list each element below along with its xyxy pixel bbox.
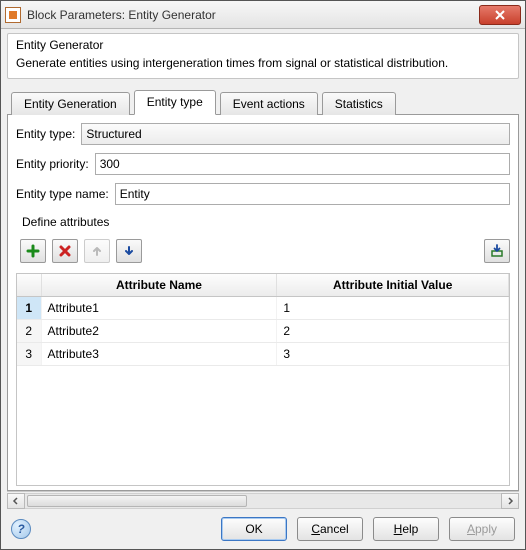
close-icon: [495, 10, 505, 20]
import-icon: [490, 244, 504, 258]
label-entity-type: Entity type:: [16, 127, 75, 141]
window-title: Block Parameters: Entity Generator: [27, 8, 479, 22]
attributes-toolbar: [16, 237, 510, 265]
description-heading: Entity Generator: [16, 38, 510, 52]
label-define-attributes: Define attributes: [16, 213, 510, 229]
import-button[interactable]: [484, 239, 510, 263]
horizontal-scrollbar[interactable]: [7, 491, 519, 509]
scroll-right-button[interactable]: [501, 493, 519, 509]
content-area: Entity Generator Generate entities using…: [1, 29, 525, 509]
cell-attr-value[interactable]: 1: [277, 297, 509, 320]
table-row[interactable]: 3 Attribute3 3: [17, 343, 509, 366]
scroll-thumb[interactable]: [27, 495, 247, 507]
label-entity-type-name: Entity type name:: [16, 187, 109, 201]
move-down-button[interactable]: [116, 239, 142, 263]
label-entity-priority: Entity priority:: [16, 157, 89, 171]
row-number: 2: [17, 320, 41, 343]
column-header-name[interactable]: Attribute Name: [41, 274, 277, 297]
description-panel: Entity Generator Generate entities using…: [7, 33, 519, 79]
delete-attribute-button[interactable]: [52, 239, 78, 263]
column-header-value[interactable]: Attribute Initial Value: [277, 274, 509, 297]
field-entity-type-name: Entity type name:: [16, 183, 510, 205]
tab-statistics[interactable]: Statistics: [322, 92, 396, 115]
scroll-left-button[interactable]: [7, 493, 25, 509]
cell-attr-name[interactable]: Attribute3: [41, 343, 277, 366]
description-text: Generate entities using intergeneration …: [16, 56, 510, 70]
arrow-down-icon: [122, 244, 136, 258]
input-entity-type-name[interactable]: [115, 183, 510, 205]
help-icon-button[interactable]: ?: [11, 519, 31, 539]
row-number: 1: [17, 297, 41, 320]
tab-entity-generation[interactable]: Entity Generation: [11, 92, 130, 115]
column-header-rownum: [17, 274, 41, 297]
field-entity-type: Entity type:: [16, 123, 510, 145]
add-attribute-button[interactable]: [20, 239, 46, 263]
apply-button[interactable]: Apply: [449, 517, 515, 541]
delete-icon: [58, 244, 72, 258]
tab-strip: Entity Generation Entity type Event acti…: [7, 89, 519, 115]
cell-attr-value[interactable]: 2: [277, 320, 509, 343]
close-button[interactable]: [479, 5, 521, 25]
dialog-footer: ? OK Cancel Help Apply: [1, 509, 525, 549]
chevron-right-icon: [506, 497, 514, 505]
tab-entity-type[interactable]: Entity type: [134, 90, 216, 115]
arrow-up-icon: [90, 244, 104, 258]
scroll-track[interactable]: [25, 493, 501, 509]
ok-button[interactable]: OK: [221, 517, 287, 541]
move-up-button[interactable]: [84, 239, 110, 263]
field-entity-priority: Entity priority:: [16, 153, 510, 175]
input-entity-priority[interactable]: [95, 153, 510, 175]
cell-attr-name[interactable]: Attribute2: [41, 320, 277, 343]
chevron-left-icon: [12, 497, 20, 505]
table-row[interactable]: 1 Attribute1 1: [17, 297, 509, 320]
table-row[interactable]: 2 Attribute2 2: [17, 320, 509, 343]
tab-event-actions[interactable]: Event actions: [220, 92, 318, 115]
plus-icon: [26, 244, 40, 258]
row-number: 3: [17, 343, 41, 366]
dialog-window: Block Parameters: Entity Generator Entit…: [0, 0, 526, 550]
title-bar: Block Parameters: Entity Generator: [1, 1, 525, 29]
attributes-table[interactable]: Attribute Name Attribute Initial Value 1…: [16, 273, 510, 486]
cell-attr-value[interactable]: 3: [277, 343, 509, 366]
app-icon: [5, 7, 21, 23]
cancel-button[interactable]: Cancel: [297, 517, 363, 541]
tab-panel-entity-type: Entity type: Entity priority: Entity typ…: [7, 115, 519, 491]
help-button[interactable]: Help: [373, 517, 439, 541]
cell-attr-name[interactable]: Attribute1: [41, 297, 277, 320]
select-entity-type[interactable]: [81, 123, 510, 145]
